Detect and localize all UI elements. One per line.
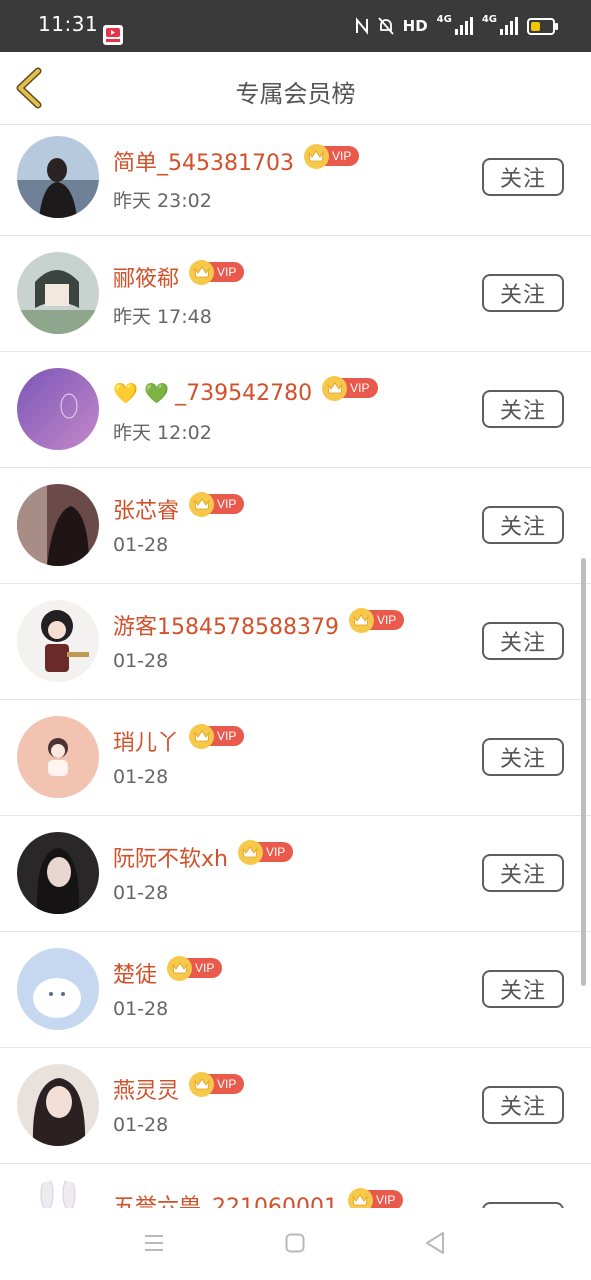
member-name-line: 郦筱郗 VIP [113, 259, 245, 293]
member-time: 01-28 [113, 882, 169, 904]
crown-icon [189, 259, 215, 285]
vip-badge: VIP [348, 607, 405, 633]
signal-strength-icon-1 [454, 17, 473, 35]
title-bar: 专属会员榜 [0, 52, 591, 125]
avatar[interactable] [17, 1180, 99, 1208]
crown-icon [347, 1187, 373, 1208]
vip-badge: VIP [167, 955, 223, 981]
status-bar: 11:31 HD 4G 4G [0, 0, 591, 52]
app-notification-icon [103, 25, 123, 45]
member-name-line: 💛 💚 _739542780 VIP [113, 375, 378, 408]
member-time: 01-28 [113, 534, 169, 556]
member-row[interactable]: 简单_545381703 VIP 昨天 23:02 关注 [0, 120, 591, 236]
vip-badge: VIP [189, 259, 245, 285]
avatar[interactable] [17, 948, 99, 1030]
vip-badge: VIP [189, 1071, 245, 1097]
follow-button[interactable]: 关注 [482, 970, 564, 1008]
member-name[interactable]: _739542780 [175, 381, 312, 406]
avatar[interactable] [17, 832, 99, 914]
member-name-line: 五誉六兽_221060001 VIP [113, 1187, 404, 1208]
follow-button[interactable]: 关注 [482, 506, 564, 544]
member-time: 昨天 12:02 [113, 422, 212, 444]
member-name-line: 游客1584578588379 VIP [113, 607, 405, 641]
signal-4g-label-1: 4G [436, 14, 452, 25]
member-name-line: 简单_545381703 VIP [113, 143, 360, 177]
member-name[interactable]: 楚徒 [113, 957, 157, 989]
crown-icon [189, 723, 215, 749]
member-row[interactable]: 阮阮不软xh VIP 01-28 关注 [0, 816, 591, 932]
member-name[interactable]: 郦筱郗 [113, 261, 179, 293]
avatar[interactable] [17, 252, 99, 334]
vip-badge: VIP [303, 143, 360, 169]
member-name-line: 阮阮不软xh VIP [113, 839, 294, 873]
member-time: 01-28 [113, 1114, 169, 1136]
vip-badge: VIP [347, 1187, 404, 1208]
status-time: 11:31 [38, 12, 99, 36]
member-row[interactable]: 游客1584578588379 VIP 01-28 关注 [0, 584, 591, 700]
status-indicators: HD 4G 4G [355, 14, 558, 38]
page-title: 专属会员榜 [235, 80, 356, 108]
triangle-back-icon[interactable] [424, 1231, 446, 1255]
member-row[interactable]: 燕灵灵 VIP 01-28 关注 [0, 1048, 591, 1164]
member-time: 昨天 23:02 [113, 190, 212, 212]
crown-icon [348, 607, 374, 633]
vip-badge: VIP [189, 723, 245, 749]
member-name-line: 琑儿丫 VIP [113, 723, 245, 757]
member-row[interactable]: 楚徒 VIP 01-28 关注 [0, 932, 591, 1048]
member-name[interactable]: 燕灵灵 [113, 1073, 179, 1105]
crown-icon [322, 375, 348, 401]
member-name-line: 张芯睿 VIP [113, 491, 245, 525]
member-row[interactable]: 张芯睿 VIP 01-28 关注 [0, 468, 591, 584]
follow-button[interactable]: 关注 [482, 274, 564, 312]
signal-4g-label-2: 4G [481, 14, 497, 25]
avatar[interactable] [17, 368, 99, 450]
member-name[interactable]: 琑儿丫 [113, 725, 179, 757]
member-row[interactable]: 郦筱郗 VIP 昨天 17:48 关注 [0, 236, 591, 352]
member-name-line: 燕灵灵 VIP [113, 1071, 245, 1105]
member-time: 01-28 [113, 766, 169, 788]
vip-badge: VIP [189, 491, 245, 517]
vip-badge: VIP [237, 839, 294, 865]
hd-label: HD [402, 17, 428, 35]
crown-icon [189, 491, 215, 517]
crown-icon [167, 955, 193, 981]
avatar[interactable] [17, 600, 99, 682]
member-name[interactable]: 简单_545381703 [113, 145, 294, 177]
follow-button[interactable]: 关注 [482, 738, 564, 776]
member-name[interactable]: 阮阮不软xh [113, 841, 228, 873]
avatar[interactable] [17, 1064, 99, 1146]
member-name[interactable]: 五誉六兽_221060001 [113, 1189, 338, 1208]
member-time: 01-28 [113, 650, 169, 672]
member-row[interactable]: 五誉六兽_221060001 VIP 关注 [0, 1164, 591, 1208]
square-icon[interactable] [285, 1233, 305, 1253]
vip-badge: VIP [322, 375, 378, 401]
avatar[interactable] [17, 136, 99, 218]
heart-emoji: 💛 💚 [113, 381, 170, 405]
scrollbar[interactable] [581, 558, 586, 986]
member-time: 01-28 [113, 998, 169, 1020]
crown-icon [189, 1071, 215, 1097]
member-list[interactable]: 简单_545381703 VIP 昨天 23:02 关注 郦筱郗 VIP 昨天 … [0, 120, 591, 1208]
member-time: 昨天 17:48 [113, 306, 212, 328]
mute-bell-icon [377, 17, 394, 35]
menu-icon[interactable] [143, 1232, 165, 1254]
member-name-line: 楚徒 VIP [113, 955, 223, 989]
nfc-icon [355, 17, 368, 35]
crown-icon [237, 839, 263, 865]
follow-button[interactable]: 关注 [482, 854, 564, 892]
navigation-bar [0, 1208, 591, 1280]
battery-icon [527, 17, 558, 35]
follow-button[interactable]: 关注 [482, 390, 564, 428]
avatar[interactable] [17, 484, 99, 566]
member-name[interactable]: 游客1584578588379 [113, 609, 339, 641]
member-row[interactable]: 琑儿丫 VIP 01-28 关注 [0, 700, 591, 816]
signal-strength-icon-2 [500, 17, 518, 35]
follow-button[interactable]: 关注 [482, 158, 564, 196]
member-name[interactable]: 张芯睿 [113, 493, 179, 525]
follow-button[interactable]: 关注 [482, 622, 564, 660]
avatar[interactable] [17, 716, 99, 798]
crown-icon [303, 143, 329, 169]
follow-button[interactable]: 关注 [482, 1086, 564, 1124]
member-row[interactable]: 💛 💚 _739542780 VIP 昨天 12:02 关注 [0, 352, 591, 468]
